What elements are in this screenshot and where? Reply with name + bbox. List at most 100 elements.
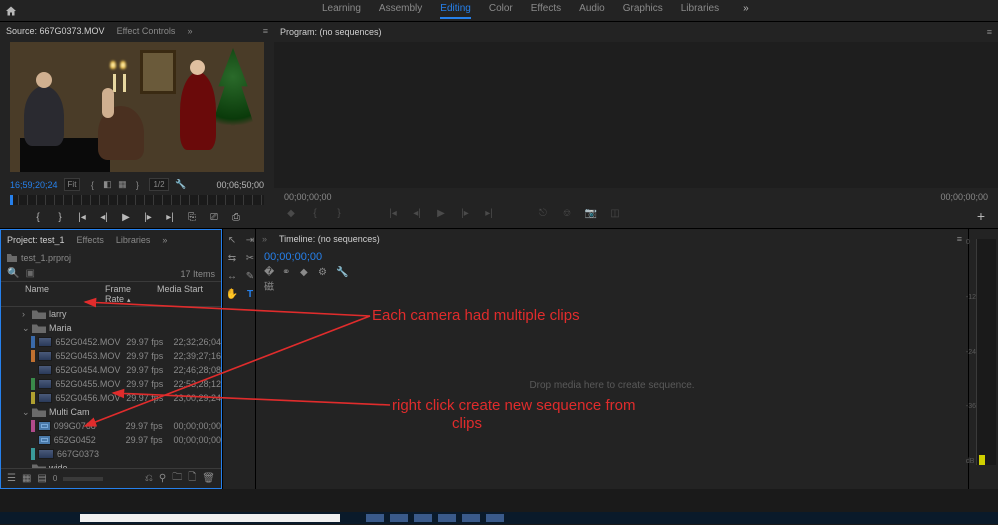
find-icon[interactable]: ⚲ (159, 473, 166, 484)
wrench-icon[interactable]: 🔧 (336, 267, 348, 279)
go-to-out-icon[interactable]: ▸| (163, 212, 177, 223)
workspace-learning[interactable]: Learning (322, 3, 361, 19)
tab-program[interactable]: Program: (no sequences) (280, 27, 382, 37)
marker-out-icon[interactable]: } (131, 179, 143, 191)
col-framerate[interactable]: Frame Rate▴ (105, 284, 157, 304)
automate-icon[interactable]: ⎌ (145, 473, 153, 484)
button-editor-plus-icon[interactable]: + (974, 208, 988, 224)
workspace-assembly[interactable]: Assembly (379, 3, 422, 19)
add-marker-icon[interactable]: ◆ (284, 208, 298, 224)
panel-menu-icon[interactable]: ≡ (987, 27, 992, 37)
new-item-icon[interactable]: 🗋 (188, 470, 196, 487)
go-to-in-icon[interactable]: |◂ (75, 212, 89, 223)
freeform-view-icon[interactable]: ▤ (37, 473, 46, 484)
tab-source[interactable]: Source: 667G0373.MOV (6, 26, 105, 36)
overwrite-icon[interactable]: ⎚ (207, 212, 221, 223)
clip-row[interactable]: 652G0455.MOV29.97 fps22;53;28;12 (1, 377, 221, 391)
export-frame-icon[interactable]: 📷 (584, 208, 598, 224)
workspace-editing[interactable]: Editing (440, 3, 471, 19)
play-icon[interactable]: ▶ (434, 208, 448, 224)
panel-menu-icon[interactable]: ≡ (957, 234, 962, 244)
extract-icon[interactable]: ⎊ (560, 208, 574, 224)
go-to-out-icon[interactable]: ▸| (482, 208, 496, 224)
bin-row[interactable]: ⌄wide (1, 461, 221, 468)
razor-tool-icon[interactable]: ✂ (243, 251, 257, 265)
settings-icon[interactable]: ⚙ (318, 267, 330, 279)
source-zoom-select[interactable]: Fit (64, 178, 81, 191)
col-mediastart[interactable]: Media Start (157, 284, 215, 304)
selection-tool-icon[interactable]: ↖ (225, 233, 239, 247)
tab-effect-controls[interactable]: Effect Controls (117, 26, 176, 36)
tab-project[interactable]: Project: test_1 (7, 235, 65, 245)
workspace-overflow-icon[interactable]: » (743, 3, 749, 19)
mark-out-icon[interactable]: } (332, 208, 346, 224)
tilde-icon[interactable]: ◧ (101, 179, 113, 191)
clip-row[interactable]: 652G0453.MOV29.97 fps22;39;27;16 (1, 349, 221, 363)
bin-row[interactable]: ⌄Multi Cam (1, 405, 221, 419)
mark-out-icon[interactable]: } (53, 212, 67, 223)
program-in-timecode[interactable]: 00;00;00;00 (284, 192, 332, 202)
search-icon[interactable]: 🔍 (7, 268, 19, 279)
clip-row[interactable]: 667G0373 (1, 447, 221, 461)
clip-row[interactable]: 652G045229.97 fps00;00;00;00 (1, 433, 221, 447)
workspace-effects[interactable]: Effects (531, 3, 561, 19)
chevron-right-icon[interactable]: » (187, 26, 192, 36)
marker-icon[interactable]: ◆ (300, 267, 312, 279)
comparison-icon[interactable]: ◫ (608, 208, 622, 224)
chevron-right-icon[interactable]: » (162, 235, 167, 245)
chevron-right-icon[interactable]: » (262, 234, 267, 244)
step-forward-icon[interactable]: |▸ (458, 208, 472, 224)
list-view-icon[interactable]: ☰ (7, 473, 16, 484)
snap-icon[interactable]: �磁 (264, 267, 276, 279)
tab-timeline[interactable]: Timeline: (no sequences) (279, 234, 380, 244)
disclosure-icon[interactable]: ⌄ (22, 407, 32, 418)
source-monitor-viewport[interactable] (10, 42, 264, 172)
disclosure-icon[interactable]: ⌄ (22, 323, 32, 334)
bin-row[interactable]: ⌄Maria (1, 321, 221, 335)
source-in-timecode[interactable]: 16;59;20;24 (10, 180, 58, 190)
timeline-playhead-timecode[interactable]: 00;00;00;00 (256, 249, 968, 265)
clip-row[interactable]: 652G0454.MOV29.97 fps22;46;28;08 (1, 363, 221, 377)
hand-tool-icon[interactable]: ✋ (225, 287, 239, 301)
project-bin-list[interactable]: ›larry⌄Maria652G0452.MOV29.97 fps22;32;2… (1, 307, 221, 468)
icon-view-icon[interactable]: ▦ (22, 473, 31, 484)
pen-tool-icon[interactable]: ✎ (243, 269, 257, 283)
tab-effects[interactable]: Effects (77, 235, 104, 245)
workspace-color[interactable]: Color (489, 3, 513, 19)
source-scrubber[interactable] (10, 195, 264, 205)
insert-icon[interactable]: ⎘ (185, 212, 199, 223)
export-frame-icon[interactable]: ⎙ (229, 212, 243, 223)
clip-row[interactable]: 099G076829.97 fps00;00;00;00 (1, 419, 221, 433)
play-icon[interactable]: ▶ (119, 212, 133, 223)
step-forward-icon[interactable]: |▸ (141, 212, 155, 223)
timeline-drop-zone[interactable]: Drop media here to create sequence. (256, 281, 968, 489)
new-bin-icon[interactable]: 🗀 (172, 470, 182, 487)
disclosure-icon[interactable]: › (22, 309, 32, 319)
go-to-in-icon[interactable]: |◂ (386, 208, 400, 224)
col-name[interactable]: Name (7, 284, 105, 304)
clip-row[interactable]: 652G0452.MOV29.97 fps22;32;26;04 (1, 335, 221, 349)
program-monitor-viewport[interactable] (274, 42, 998, 188)
trash-icon[interactable]: 🗑 (202, 473, 215, 484)
marker-in-icon[interactable]: { (86, 179, 98, 191)
panel-menu-icon[interactable]: ≡ (263, 26, 268, 36)
type-tool-icon[interactable]: T (243, 287, 257, 301)
step-back-icon[interactable]: ◂| (97, 212, 111, 223)
mark-in-icon[interactable]: { (31, 212, 45, 223)
step-back-icon[interactable]: ◂| (410, 208, 424, 224)
ripple-tool-icon[interactable]: ⇆ (225, 251, 239, 265)
clip-row[interactable]: 652G0456.MOV29.97 fps23;00;29;24 (1, 391, 221, 405)
track-select-tool-icon[interactable]: ⇥ (243, 233, 257, 247)
lift-icon[interactable]: ⎋ (536, 208, 550, 224)
tab-libraries[interactable]: Libraries (116, 235, 151, 245)
wrench-icon[interactable]: 🔧 (175, 179, 187, 191)
zoom-slider[interactable] (63, 477, 103, 481)
project-column-header[interactable]: Name Frame Rate▴ Media Start (1, 281, 221, 307)
workspace-graphics[interactable]: Graphics (623, 3, 663, 19)
bin-row[interactable]: ›larry (1, 307, 221, 321)
filter-bin-icon[interactable]: ▣ (25, 268, 34, 279)
slip-tool-icon[interactable]: ↔ (225, 269, 239, 283)
grid-icon[interactable]: ▦ (116, 179, 128, 191)
workspace-libraries[interactable]: Libraries (681, 3, 719, 19)
mark-in-icon[interactable]: { (308, 208, 322, 224)
